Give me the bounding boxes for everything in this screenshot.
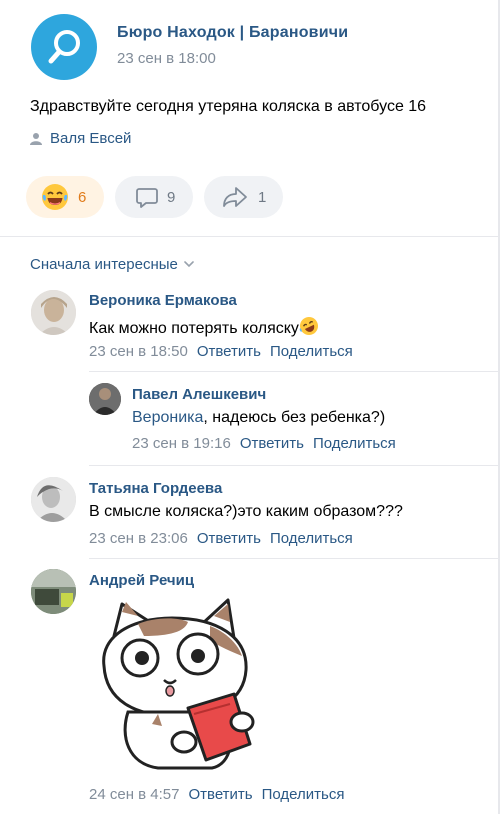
comment-author[interactable]: Павел Алешкевич: [132, 386, 266, 403]
share-link[interactable]: Поделиться: [262, 786, 345, 803]
chevron-down-icon: [184, 261, 194, 268]
share-link[interactable]: Поделиться: [270, 530, 353, 547]
avatar[interactable]: [31, 569, 76, 614]
comments-sort-dropdown[interactable]: Сначала интересные: [30, 256, 194, 273]
avatar[interactable]: [89, 383, 121, 415]
comment-icon: [136, 188, 158, 208]
avatar-photo: [31, 290, 76, 335]
post-text: Здравствуйте сегодня утеряна коляска в а…: [30, 98, 427, 115]
divider: [89, 558, 498, 559]
reply-link[interactable]: Ответить: [197, 343, 261, 360]
share-link[interactable]: Поделиться: [270, 343, 353, 360]
post-date[interactable]: 23 сен в 18:00: [117, 50, 216, 67]
comments-count: 9: [167, 188, 176, 206]
reply-link[interactable]: Ответить: [188, 786, 252, 803]
avatar-photo: [89, 383, 121, 415]
post-author-name: Валя Евсей: [50, 130, 132, 147]
avatar-photo: [31, 477, 76, 522]
comment-meta: 23 сен в 23:06 Ответить Поделиться: [89, 530, 353, 547]
comment-author[interactable]: Вероника Ермакова: [89, 292, 237, 309]
group-name[interactable]: Бюро Находок | Барановичи: [117, 24, 348, 42]
magnifier-icon: [48, 30, 80, 64]
comment-date[interactable]: 23 сен в 18:50: [89, 343, 188, 360]
mention-link[interactable]: Вероника: [132, 409, 203, 426]
comment-text: Вероника, надеюсь без ребенка?): [132, 409, 385, 427]
comment-text: В смысле коляска?)это каким образом???: [89, 503, 403, 520]
share-link[interactable]: Поделиться: [313, 435, 396, 452]
divider: [89, 371, 498, 372]
comment-date[interactable]: 23 сен в 23:06: [89, 530, 188, 547]
post-panel: Бюро Находок | Барановичи 23 сен в 18:00…: [0, 0, 500, 814]
comment-author[interactable]: Андрей Речиц: [89, 572, 194, 589]
user-icon: [30, 133, 42, 145]
comments-sort-label: Сначала интересные: [30, 256, 178, 273]
comment-text-body: Как можно потерять коляску: [89, 320, 299, 337]
comments-button[interactable]: 9: [115, 176, 193, 218]
comment-meta: 24 сен в 4:57 Ответить Поделиться: [89, 786, 344, 803]
comment-text: Как можно потерять коляску: [89, 316, 319, 338]
divider: [89, 465, 498, 466]
avatar-photo: [31, 569, 76, 614]
comment-author[interactable]: Татьяна Гордеева: [89, 480, 222, 497]
reactions-button[interactable]: 6: [26, 176, 104, 218]
comment-date[interactable]: 23 сен в 19:16: [132, 435, 231, 452]
shares-count: 1: [258, 188, 267, 206]
reply-link[interactable]: Ответить: [240, 435, 304, 452]
laughing-tears-emoji-icon: [42, 184, 68, 210]
comment-meta: 23 сен в 19:16 Ответить Поделиться: [132, 435, 396, 452]
avatar[interactable]: [31, 477, 76, 522]
comment-meta: 23 сен в 18:50 Ответить Поделиться: [89, 343, 353, 360]
rofl-emoji-icon: [299, 317, 318, 335]
divider: [0, 236, 498, 237]
group-avatar[interactable]: [31, 14, 97, 80]
post-author[interactable]: Валя Евсей: [30, 130, 131, 147]
share-button[interactable]: 1: [204, 176, 283, 218]
reply-link[interactable]: Ответить: [197, 530, 261, 547]
share-arrow-icon: [223, 187, 247, 207]
comment-text-body: , надеюсь без ребенка?): [203, 409, 386, 426]
comment-date[interactable]: 24 сен в 4:57: [89, 786, 179, 803]
avatar[interactable]: [31, 290, 76, 335]
cat-reading-book-sticker[interactable]: [92, 596, 260, 772]
reactions-count: 6: [78, 188, 87, 206]
